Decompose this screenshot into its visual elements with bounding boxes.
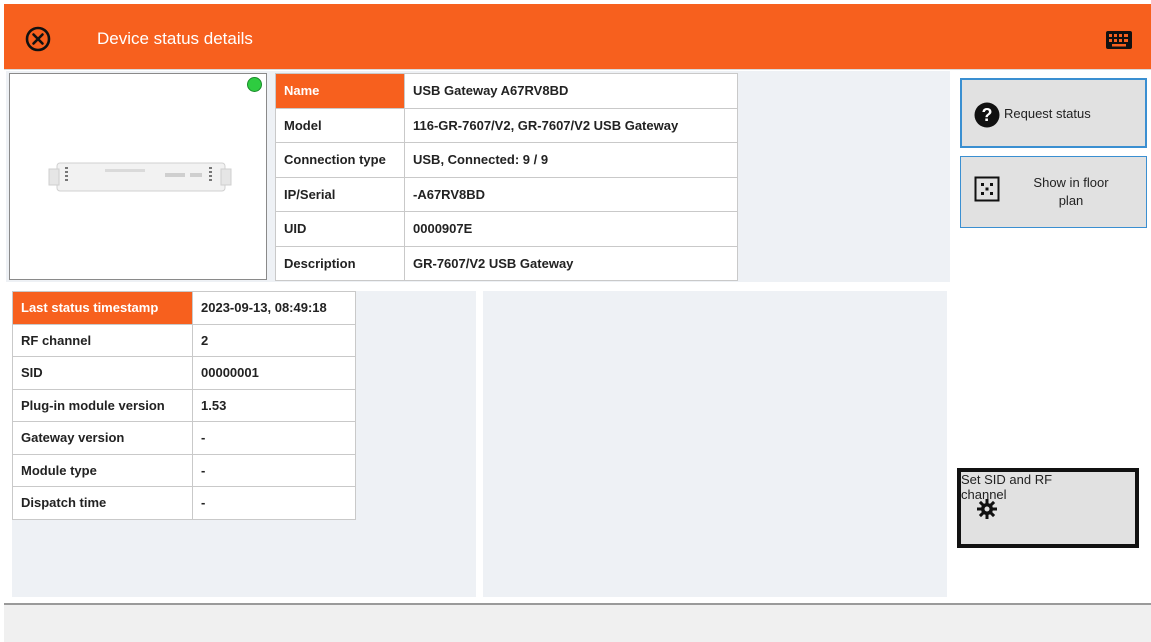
device-image [48, 162, 232, 192]
close-button[interactable] [25, 26, 51, 52]
status-row: Module type - [12, 453, 356, 487]
status-row: Plug-in module version 1.53 [12, 388, 356, 422]
device-row-label: Description [275, 245, 405, 281]
keyboard-icon [1106, 31, 1132, 49]
status-row: Dispatch time - [12, 486, 356, 520]
status-row: RF channel 2 [12, 323, 356, 357]
device-row: Name USB Gateway A67RV8BD [275, 73, 738, 109]
device-row-label: Name [275, 73, 405, 109]
device-row-label: Connection type [275, 142, 405, 178]
svg-text:?: ? [982, 105, 993, 125]
empty-panel [483, 291, 947, 597]
status-row-label: Gateway version [12, 421, 193, 455]
status-row-label: Last status timestamp [12, 291, 193, 325]
device-info-table: Name USB Gateway A67RV8BD Model 116-GR-7607… [275, 73, 738, 281]
status-row-value: 1.53 [192, 388, 356, 422]
keyboard-button[interactable] [1105, 30, 1133, 50]
status-row: Gateway version - [12, 421, 356, 455]
status-row-label: SID [12, 356, 193, 390]
floor-plan-icon [974, 176, 1000, 202]
status-row-value: 2023-09-13, 08:49:18 [192, 291, 356, 325]
device-row-value: 116-GR-7607/V2, GR-7607/V2 USB Gateway [404, 107, 738, 143]
status-row-label: Module type [12, 453, 193, 487]
status-row-value: - [192, 421, 356, 455]
status-row-value: 2 [192, 323, 356, 357]
device-row-value: -A67RV8BD [404, 176, 738, 212]
device-row-value: GR-7607/V2 USB Gateway [404, 245, 738, 281]
status-row-value: - [192, 453, 356, 487]
status-row-label: Dispatch time [12, 486, 193, 520]
show-floor-plan-label-1: Show in floor [1033, 175, 1109, 190]
request-status-label: Request status [1004, 106, 1091, 121]
device-row-label: IP/Serial [275, 176, 405, 212]
page-title: Device status details [97, 29, 253, 48]
title-bar: Device status details [4, 4, 1151, 70]
status-row: SID 00000001 [12, 356, 356, 390]
device-row: Connection type USB, Connected: 9 / 9 [275, 142, 738, 178]
device-row-value: USB, Connected: 9 / 9 [404, 142, 738, 178]
device-row: Description GR-7607/V2 USB Gateway [275, 245, 738, 281]
device-row-value: 0000907E [404, 211, 738, 247]
device-row-label: UID [275, 211, 405, 247]
device-row: IP/Serial -A67RV8BD [275, 176, 738, 212]
request-status-button[interactable]: ? Request status [960, 78, 1147, 148]
status-row-value: 00000001 [192, 356, 356, 390]
set-sid-label-1: Set SID and RF [961, 472, 1053, 487]
device-row-value: USB Gateway A67RV8BD [404, 73, 738, 109]
close-circle-icon [25, 26, 51, 52]
device-row: Model 116-GR-7607/V2, GR-7607/V2 USB Gate… [275, 107, 738, 143]
online-status-indicator [247, 77, 262, 92]
status-row-value: - [192, 486, 356, 520]
set-sid-rf-channel-button[interactable]: Set SID and RF channel [957, 468, 1139, 548]
device-row: UID 0000907E [275, 211, 738, 247]
bottom-bar [4, 603, 1151, 642]
show-floor-plan-label-2: plan [1058, 193, 1084, 208]
device-status-window: Device status details Name USB Gateway A… [0, 0, 1151, 642]
status-table: Last status timestamp 2023-09-13, 08:49:1… [12, 291, 356, 520]
status-row-label: RF channel [12, 323, 193, 357]
show-floor-plan-button[interactable]: Show in floor plan [960, 156, 1147, 228]
status-row: Last status timestamp 2023-09-13, 08:49:1… [12, 291, 356, 325]
settings-gear-icon [977, 499, 997, 519]
device-row-label: Model [275, 107, 405, 143]
question-icon: ? [974, 102, 1000, 128]
status-row-label: Plug-in module version [12, 388, 193, 422]
